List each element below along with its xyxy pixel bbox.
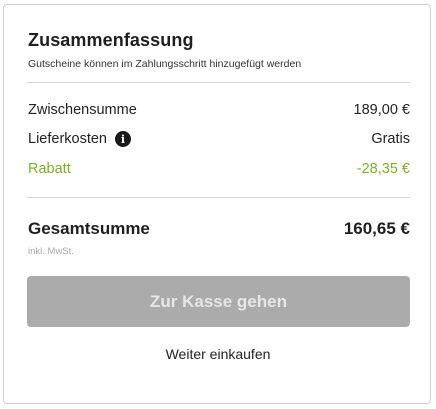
subtotal-value: 189,00 €: [353, 102, 410, 118]
info-icon[interactable]: i: [115, 131, 131, 147]
summary-subtitle: Gutscheine können im Zahlungsschritt hin…: [28, 58, 302, 70]
discount-row: Rabatt -28,35 €: [28, 159, 410, 179]
subtotal-label: Zwischensumme: [28, 102, 137, 118]
tax-note: inkl. MwSt.: [28, 246, 74, 257]
shipping-row: Lieferkosten i Gratis: [28, 129, 410, 149]
subtotal-row: Zwischensumme 189,00 €: [28, 100, 410, 120]
discount-label: Rabatt: [28, 161, 71, 177]
shipping-value: Gratis: [371, 131, 410, 147]
continue-shopping-link[interactable]: Weiter einkaufen: [4, 346, 432, 362]
summary-title: Zusammenfassung: [28, 30, 194, 50]
total-label: Gesamtsumme: [28, 219, 150, 238]
total-row: Gesamtsumme 160,65 €: [28, 219, 410, 239]
discount-value: -28,35 €: [356, 161, 410, 177]
order-summary-card: Zusammenfassung Gutscheine können im Zah…: [3, 4, 431, 404]
shipping-label: Lieferkosten: [28, 131, 107, 147]
checkout-button[interactable]: Zur Kasse gehen: [27, 276, 410, 327]
shipping-label-group: Lieferkosten i: [28, 131, 131, 147]
divider: [27, 82, 410, 83]
total-value: 160,65 €: [343, 219, 410, 238]
divider: [27, 197, 410, 198]
